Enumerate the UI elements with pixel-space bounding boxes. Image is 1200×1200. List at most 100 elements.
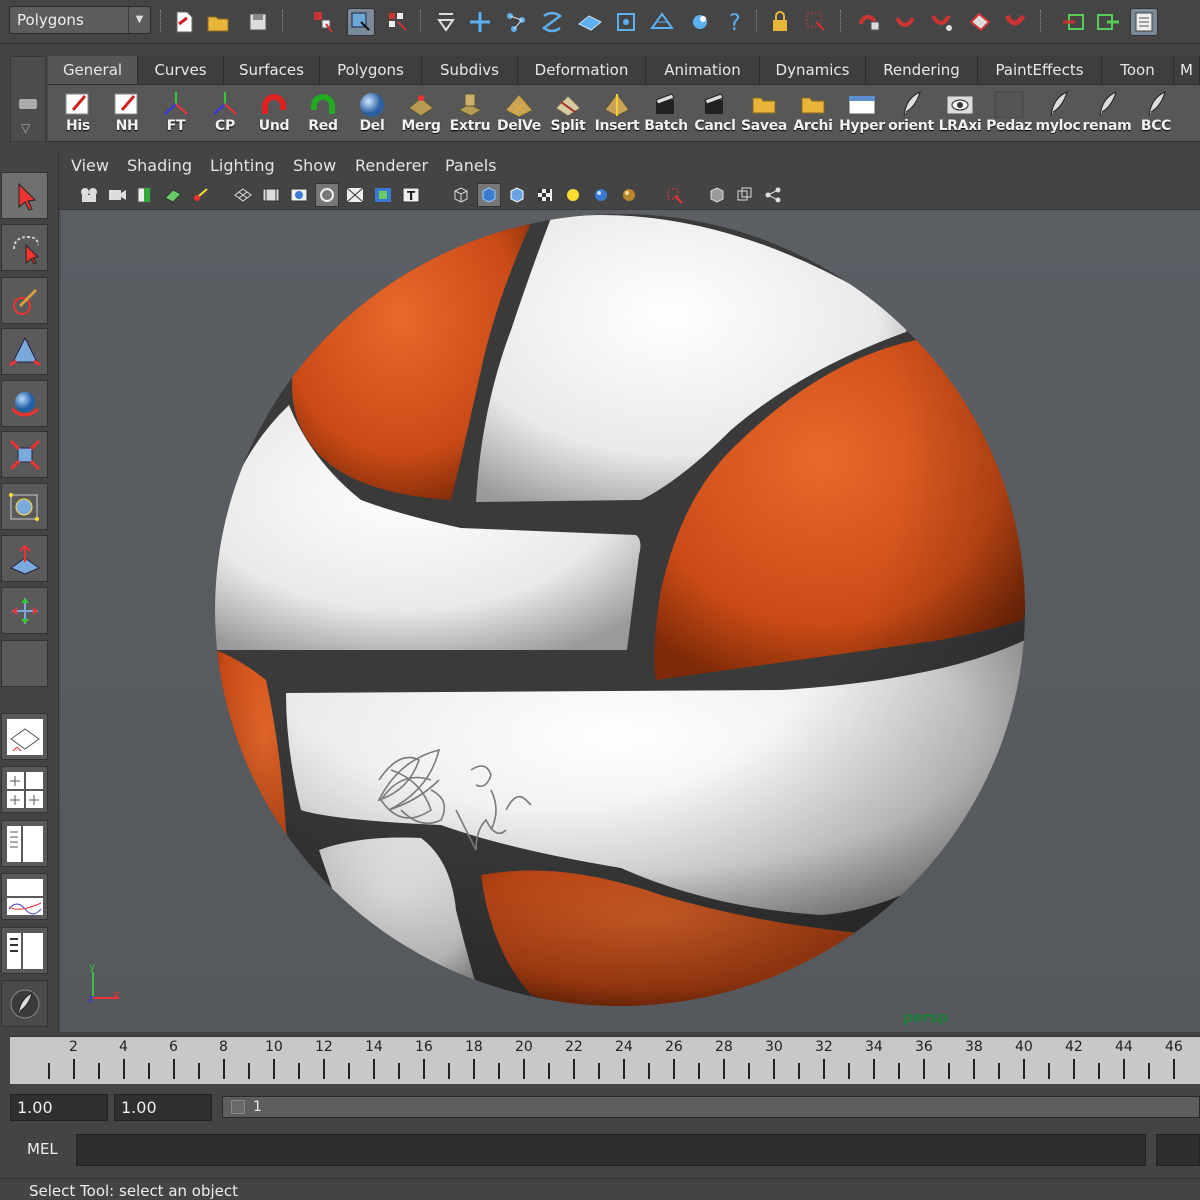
attribute-editor-icon[interactable]: [1130, 8, 1158, 36]
command-input[interactable]: [76, 1134, 1146, 1166]
shelf-button-ft[interactable]: FT: [152, 88, 200, 140]
high-quality-icon[interactable]: [617, 183, 641, 207]
magnet-alt-icon[interactable]: [928, 8, 956, 36]
menu-view[interactable]: View: [71, 156, 109, 175]
shelf-button-extrude[interactable]: Extru: [446, 88, 494, 140]
shelf-tab-rendering[interactable]: Rendering: [866, 56, 978, 84]
shelf-button-redo[interactable]: Red: [299, 88, 347, 140]
perspective-viewport[interactable]: y x z persp: [61, 210, 1200, 1032]
two-d-pan-icon[interactable]: [189, 183, 213, 207]
four-view-layout-icon[interactable]: [1, 766, 48, 813]
maya-feather-icon[interactable]: [1, 980, 48, 1027]
last-tool-icon[interactable]: [1, 587, 48, 634]
textured-icon[interactable]: [533, 183, 557, 207]
shelf-tab-general[interactable]: General: [48, 56, 138, 84]
range-slider-grip[interactable]: [231, 1100, 245, 1114]
camera-attributes-icon[interactable]: [105, 183, 129, 207]
shelf-button-insert[interactable]: Insert: [593, 88, 641, 140]
snap-view-plane-icon[interactable]: [576, 8, 604, 36]
shelf-button-save-as[interactable]: Savea: [740, 88, 788, 140]
new-scene-icon[interactable]: [170, 8, 198, 36]
shelf-button-history[interactable]: His: [54, 88, 102, 140]
share-icon[interactable]: [761, 183, 785, 207]
shelf-tab-curves[interactable]: Curves: [138, 56, 224, 84]
construction-history-icon[interactable]: [856, 8, 884, 36]
shelf-button-myloc[interactable]: myloc: [1034, 88, 1082, 140]
field-chart-icon[interactable]: [343, 183, 367, 207]
shelf-tab-toon[interactable]: Toon: [1102, 56, 1174, 84]
manipulator-tool-icon[interactable]: [1, 483, 48, 530]
shelf-button-pedaz[interactable]: Pedaz: [985, 88, 1033, 140]
ipr-render-icon[interactable]: [1060, 8, 1088, 36]
shelf-tab-painteffects[interactable]: PaintEffects: [978, 56, 1102, 84]
mode-menu[interactable]: Polygons ▼: [9, 6, 151, 34]
shelf-tab-polygons[interactable]: Polygons: [320, 56, 422, 84]
range-current-field[interactable]: 1.00: [114, 1094, 212, 1121]
shelf-tab-subdivs[interactable]: Subdivs: [422, 56, 518, 84]
snap-live-icon[interactable]: [612, 8, 640, 36]
camera-select-icon[interactable]: [77, 183, 101, 207]
help-icon[interactable]: ?: [722, 8, 750, 36]
snap-point-icon[interactable]: [538, 8, 566, 36]
shelf-tab-dynamics[interactable]: Dynamics: [760, 56, 866, 84]
lock-icon[interactable]: [766, 8, 794, 36]
basketball-model[interactable]: y x z: [61, 210, 1200, 1032]
menu-shading[interactable]: Shading: [127, 156, 192, 175]
save-scene-icon[interactable]: [244, 8, 272, 36]
empty-tool-slot[interactable]: [1, 640, 48, 687]
pivot-icon[interactable]: [966, 8, 994, 36]
time-slider[interactable]: 2 4 6 8 10 12 14 16 18 20 22 24 26 28 30 32 34 36 38 40 42 44…: [10, 1036, 1200, 1084]
select-tool-icon[interactable]: [1, 172, 48, 219]
grid-toggle-icon[interactable]: [231, 183, 255, 207]
hypershade-persp-layout-icon[interactable]: [1, 927, 48, 974]
move-tool-icon[interactable]: [1, 328, 48, 375]
shadows-icon[interactable]: [589, 183, 613, 207]
shelf-tab-overflow[interactable]: M: [1174, 56, 1200, 84]
snap-curve-icon[interactable]: [502, 8, 530, 36]
select-object-icon[interactable]: [347, 8, 375, 36]
isolate-select-icon[interactable]: [663, 183, 687, 207]
shelf-button-split[interactable]: Split: [544, 88, 592, 140]
wireframe-on-shaded-icon[interactable]: [505, 183, 529, 207]
selection-mask-icon[interactable]: [802, 8, 830, 36]
shelf-button-undo[interactable]: Und: [250, 88, 298, 140]
select-hierarchy-icon[interactable]: [310, 8, 338, 36]
safe-title-icon[interactable]: T: [399, 183, 423, 207]
command-language-label[interactable]: MEL: [27, 1140, 58, 1158]
gate-mask-icon[interactable]: [315, 183, 339, 207]
shelf-button-lraxis[interactable]: LRAxi: [936, 88, 984, 140]
shelf-button-bcc[interactable]: BCC: [1132, 88, 1180, 140]
snap-vertices-icon[interactable]: [686, 8, 714, 36]
menu-show[interactable]: Show: [293, 156, 336, 175]
bookmarks-icon[interactable]: [133, 183, 157, 207]
rotate-tool-icon[interactable]: [1, 380, 48, 427]
paint-select-tool-icon[interactable]: [1, 277, 48, 324]
x-ray-joints-icon[interactable]: [733, 183, 757, 207]
wireframe-icon[interactable]: [449, 183, 473, 207]
use-all-lights-icon[interactable]: [561, 183, 585, 207]
open-scene-icon[interactable]: [204, 8, 232, 36]
resolution-gate-icon[interactable]: [287, 183, 311, 207]
x-ray-icon[interactable]: [705, 183, 729, 207]
shelf-button-rename[interactable]: renam: [1083, 88, 1132, 140]
image-plane-icon[interactable]: [161, 183, 185, 207]
film-gate-icon[interactable]: [259, 183, 283, 207]
shelf-button-delete-vertex[interactable]: DelVe: [495, 88, 543, 140]
menu-renderer[interactable]: Renderer: [355, 156, 428, 175]
shelf-button-orient[interactable]: orient: [887, 88, 935, 140]
snap-faces-icon[interactable]: [648, 8, 676, 36]
shelf-button-batch-render[interactable]: Batch: [642, 88, 690, 140]
outliner-persp-layout-icon[interactable]: [1, 820, 48, 867]
range-start-field[interactable]: 1.00: [10, 1094, 108, 1121]
scale-tool-icon[interactable]: [1, 431, 48, 478]
render-settings-icon[interactable]: [1094, 8, 1122, 36]
shelf-tab-deformation[interactable]: Deformation: [518, 56, 646, 84]
range-slider[interactable]: 1: [222, 1096, 1200, 1118]
persp-graph-layout-icon[interactable]: [1, 873, 48, 920]
shelf-handle[interactable]: ▽: [10, 56, 46, 142]
shelf-button-cancel-render[interactable]: Cancl: [691, 88, 739, 140]
soft-mod-tool-icon[interactable]: [1, 535, 48, 582]
menu-panels[interactable]: Panels: [445, 156, 497, 175]
render-icon[interactable]: [1002, 8, 1030, 36]
safe-action-icon[interactable]: [371, 183, 395, 207]
